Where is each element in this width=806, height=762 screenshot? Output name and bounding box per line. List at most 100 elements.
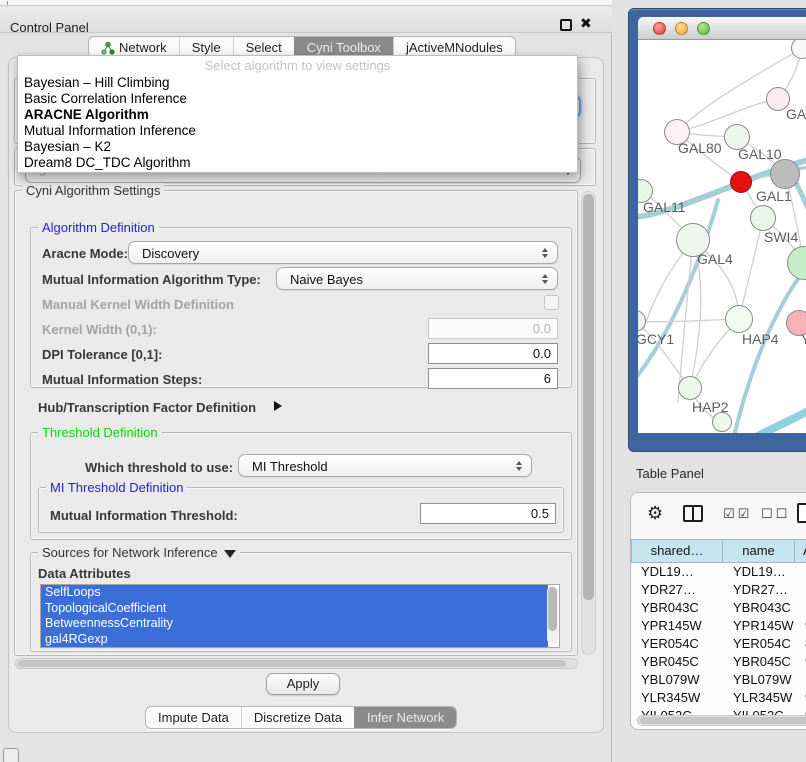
settings-horizontal-thumb[interactable] <box>18 660 566 667</box>
tab-discretize-data[interactable]: Discretize Data <box>241 707 354 728</box>
select-all-checkboxes-icon[interactable]: ☑☑ <box>723 506 752 522</box>
sources-group-title: Sources for Network Inference <box>38 545 240 560</box>
tab-infer-network[interactable]: Infer Network <box>354 707 456 728</box>
table-row[interactable]: YDR27… YDR27… 12 <box>631 581 806 599</box>
list-item[interactable]: gal4RGexp <box>41 632 548 648</box>
zoom-traffic-light-icon[interactable] <box>697 22 710 35</box>
data-attributes-list: SelfLoops TopologicalCoefficient Between… <box>40 584 560 648</box>
node-label: GAL80 <box>678 140 722 156</box>
minimize-traffic-light-icon[interactable] <box>675 22 688 35</box>
dropdown-item-aracne[interactable]: ARACNE Algorithm <box>18 107 577 123</box>
network-node[interactable] <box>678 376 702 400</box>
mi-type-combobox[interactable]: Naive Bayes <box>276 267 558 290</box>
table-row[interactable]: YER054C YER054C 8. <box>631 635 806 653</box>
bottom-tabbar: Impute Data Discretize Data Infer Networ… <box>145 706 457 729</box>
threshold-definition-title: Threshold Definition <box>38 425 162 440</box>
mi-type-label: Mutual Information Algorithm Type: <box>42 272 261 287</box>
table-horizontal-thumb[interactable] <box>640 717 806 724</box>
dpi-tolerance-field[interactable] <box>428 343 558 364</box>
manual-kernel-checkbox[interactable] <box>544 295 559 310</box>
node-label: GAL1 <box>756 188 792 204</box>
float-window-icon[interactable] <box>560 19 572 31</box>
mi-threshold-field[interactable] <box>420 503 556 524</box>
which-threshold-combobox[interactable]: MI Threshold <box>238 454 532 477</box>
deselect-all-checkboxes-icon[interactable]: ☐☐ <box>761 506 790 522</box>
table-header-row: shared… name A <box>631 539 806 563</box>
mi-threshold-label: Mutual Information Threshold: <box>50 508 238 523</box>
node-label: Y <box>801 331 806 347</box>
dropdown-item-mutual-information[interactable]: Mutual Information Inference <box>18 123 577 139</box>
minimized-panel-icon[interactable] <box>3 748 19 762</box>
table-horizontal-scrollbar[interactable] <box>637 715 806 726</box>
node-label: HAP2 <box>692 399 729 415</box>
settings-vertical-scrollbar[interactable] <box>581 191 596 655</box>
split-columns-icon[interactable] <box>683 505 703 522</box>
collapse-arrow-icon[interactable] <box>224 550 236 558</box>
combo-arrows-icon <box>542 248 548 258</box>
list-scrollbar-thumb[interactable] <box>548 587 557 631</box>
column-header-shared-name[interactable]: shared… <box>631 539 723 563</box>
algorithm-dropdown-popup: Select algorithm to view settings Bayesi… <box>17 55 578 173</box>
network-canvas[interactable]: GALGAL80GAL10GAL1GAL11SWI4GAL4GCY1HAP4YH… <box>638 40 806 433</box>
close-icon[interactable]: ✖ <box>580 15 592 32</box>
list-scrollbar[interactable] <box>547 586 558 644</box>
table-panel-card: ⚙ ☑☑ ☐☐ shared… name A YDL19… YDL19… 13 … <box>630 492 806 730</box>
network-node[interactable] <box>730 171 752 193</box>
network-edge[interactable] <box>638 319 739 322</box>
node-label: GAL <box>786 106 806 122</box>
apply-button[interactable]: Apply <box>266 673 340 695</box>
dropdown-item-bayesian-hill-climbing[interactable]: Bayesian – Hill Climbing <box>18 75 577 91</box>
column-header-clipped[interactable]: A <box>795 539 806 563</box>
settings-group-title: Cyni Algorithm Settings <box>22 183 164 198</box>
kernel-width-label: Kernel Width (0,1): <box>42 322 157 337</box>
node-label: GAL4 <box>697 251 733 267</box>
aracne-mode-value: Discovery <box>142 246 199 261</box>
table-row[interactable]: YBL079W YBL079W <box>631 671 806 689</box>
tab-impute-data[interactable]: Impute Data <box>146 707 241 728</box>
mi-type-value: Naive Bayes <box>290 272 363 287</box>
list-item[interactable]: SelfLoops <box>41 585 548 601</box>
table-row[interactable]: YBR043C YBR043C <box>631 599 806 617</box>
network-edge[interactable] <box>739 218 763 319</box>
aracne-mode-combobox[interactable]: Discovery <box>128 241 558 264</box>
combo-arrows-icon <box>516 461 522 471</box>
network-node[interactable] <box>725 305 753 333</box>
network-edge[interactable] <box>733 265 806 433</box>
table-row[interactable]: YLR345W YLR345W 9. <box>631 689 806 707</box>
table-row[interactable]: YDL19… YDL19… 13 <box>631 563 806 581</box>
gear-icon[interactable]: ⚙ <box>647 503 663 524</box>
table-panel-title: Table Panel <box>636 466 704 481</box>
network-view-window[interactable]: GALGAL80GAL10GAL1GAL11SWI4GAL4GCY1HAP4YH… <box>628 8 806 452</box>
hub-definition-label: Hub/Transcription Factor Definition <box>38 400 256 415</box>
network-window-titlebar[interactable] <box>638 17 806 40</box>
mi-steps-field[interactable] <box>428 368 558 389</box>
panel-title: Control Panel <box>10 20 89 35</box>
column-header-name[interactable]: name <box>723 539 795 563</box>
list-item[interactable]: TopologicalCoefficient <box>41 601 548 617</box>
settings-vertical-thumb[interactable] <box>583 194 594 600</box>
table-row[interactable]: YBR045C YBR045C 9. <box>631 653 806 671</box>
network-icon <box>101 41 115 55</box>
list-item[interactable]: BetweennessCentrality <box>41 616 548 632</box>
network-node[interactable] <box>770 159 800 189</box>
manual-kernel-label: Manual Kernel Width Definition <box>42 297 234 312</box>
dropdown-item-basic-correlation[interactable]: Basic Correlation Inference <box>18 91 577 107</box>
network-node[interactable] <box>750 205 776 231</box>
mi-threshold-group-title: MI Threshold Definition <box>46 480 187 495</box>
top-strip-tick <box>7 1 8 5</box>
expand-arrow-icon[interactable] <box>274 401 282 411</box>
settings-horizontal-scrollbar[interactable] <box>15 658 578 669</box>
dropdown-item-dream8[interactable]: Dream8 DC_TDC Algorithm <box>18 155 577 171</box>
table-row[interactable]: YPR145W YPR145W 9. <box>631 617 806 635</box>
top-strip <box>0 0 612 6</box>
kernel-width-field[interactable] <box>428 318 558 339</box>
network-node[interactable] <box>712 412 732 432</box>
node-label: HAP4 <box>742 331 779 347</box>
network-edge[interactable] <box>750 404 806 433</box>
new-table-icon[interactable] <box>797 503 806 523</box>
network-edge[interactable] <box>638 200 718 385</box>
dropdown-item-bayesian-k2[interactable]: Bayesian – K2 <box>18 139 577 155</box>
node-label: GAL10 <box>738 146 782 162</box>
control-panel-window: Control Panel ✖ Network Style Select Cyn… <box>0 0 612 762</box>
close-traffic-light-icon[interactable] <box>653 22 666 35</box>
